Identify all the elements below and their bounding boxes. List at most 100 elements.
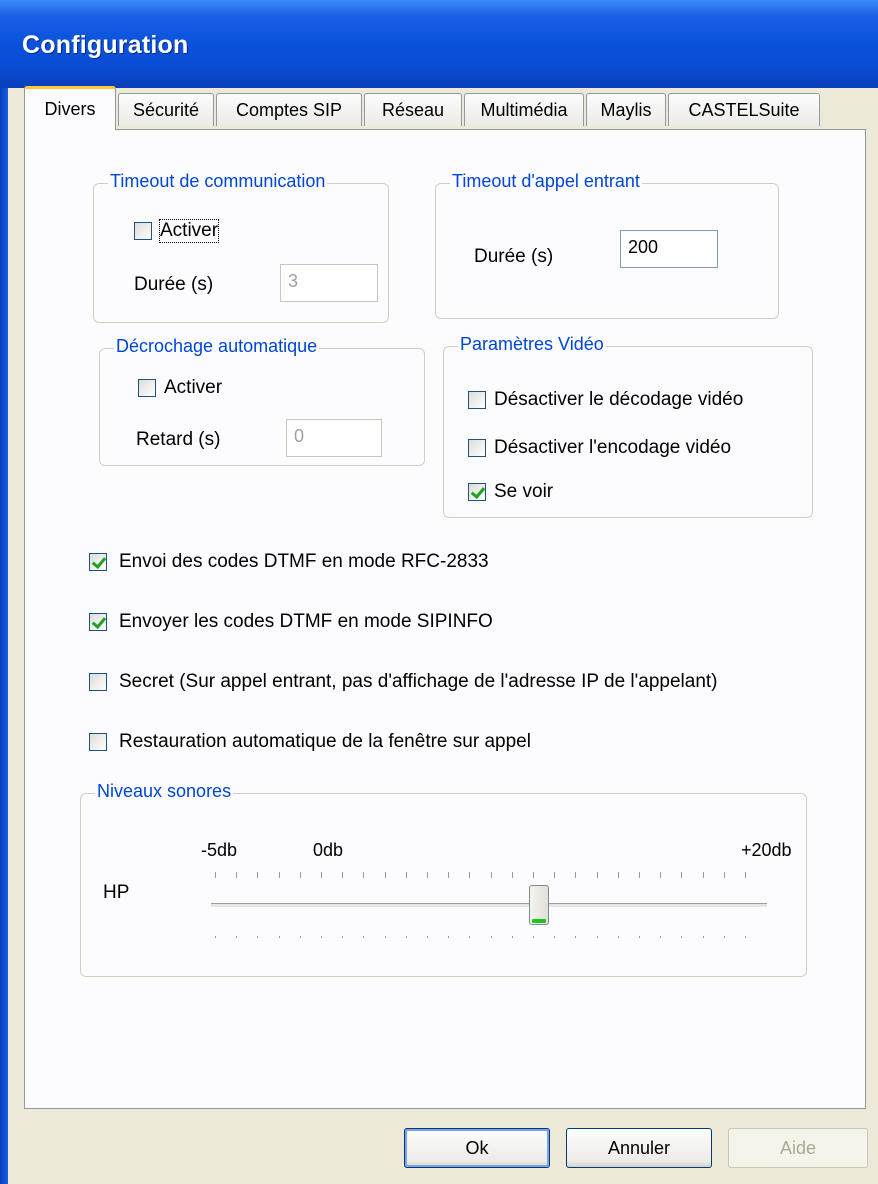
tab-castelsuite[interactable]: CASTELSuite <box>668 93 820 126</box>
disable-decoding-checkbox[interactable] <box>468 391 486 409</box>
slider-tick <box>533 872 534 878</box>
slider-tick <box>469 872 470 878</box>
group-video-params: Paramètres Vidéo Désactiver le décodage … <box>443 334 813 518</box>
auto-restore-label[interactable]: Restauration automatique de la fenêtre s… <box>119 731 531 753</box>
tab-divers[interactable]: Divers <box>24 86 116 130</box>
duration-label: Durée (s) <box>134 274 214 295</box>
secret-label[interactable]: Secret (Sur appel entrant, pas d'afficha… <box>119 671 718 693</box>
slider-tick <box>724 936 725 938</box>
slider-tick <box>469 936 470 938</box>
tab-panel-divers: Timeout de communication Activer Durée (… <box>24 129 866 1109</box>
slider-tick <box>342 872 343 878</box>
slider-tick <box>745 872 746 878</box>
title-bar[interactable]: Configuration <box>0 0 878 88</box>
slider-tick <box>363 872 364 878</box>
group-label: Niveaux sonores <box>95 781 234 802</box>
slider-tick <box>724 872 725 878</box>
group-label: Timeout d'appel entrant <box>450 171 642 192</box>
slider-tick <box>660 872 661 878</box>
tab-securite[interactable]: Sécurité <box>118 93 214 126</box>
slider-tick <box>491 936 492 938</box>
slider-tick <box>575 936 576 938</box>
delay-field[interactable]: 0 <box>286 419 382 457</box>
slider-tick <box>406 872 407 878</box>
slider-tick <box>257 936 258 938</box>
tab-maylis[interactable]: Maylis <box>586 93 666 126</box>
tab-comptes-sip[interactable]: Comptes SIP <box>216 93 362 126</box>
window-frame-left <box>0 88 8 1184</box>
slider-tick <box>533 936 534 938</box>
dtmf-sipinfo-checkbox[interactable] <box>89 613 107 631</box>
activate-timeout-checkbox[interactable] <box>134 222 152 240</box>
disable-decoding-label[interactable]: Désactiver le décodage vidéo <box>494 389 743 411</box>
slider-tick <box>448 872 449 878</box>
ok-button[interactable]: Ok <box>404 1128 550 1168</box>
slider-tick <box>321 872 322 878</box>
slider-tick <box>257 872 258 878</box>
dtmf-sipinfo-label[interactable]: Envoyer les codes DTMF en mode SIPINFO <box>119 611 493 633</box>
slider-tick <box>745 936 746 938</box>
slider-tick <box>448 936 449 938</box>
slider-tick <box>512 936 513 938</box>
activate-timeout-label[interactable]: Activer <box>158 219 220 243</box>
secret-checkbox[interactable] <box>89 673 107 691</box>
slider-tick <box>236 872 237 878</box>
group-label: Paramètres Vidéo <box>458 334 606 355</box>
min-db-label: -5db <box>201 840 238 860</box>
slider-tick <box>703 936 704 938</box>
cancel-button[interactable]: Annuler <box>566 1128 712 1168</box>
slider-tick <box>639 872 640 878</box>
disable-encoding-label[interactable]: Désactiver l'encodage vidéo <box>494 437 731 459</box>
duration-label: Durée (s) <box>474 246 554 267</box>
slider-tick <box>512 872 513 878</box>
help-button[interactable]: Aide <box>728 1128 868 1168</box>
slider-tick <box>554 872 555 878</box>
hp-volume-slider[interactable] <box>211 864 771 954</box>
window-title: Configuration <box>22 31 189 59</box>
slider-tick <box>639 936 640 938</box>
slider-tick <box>660 936 661 938</box>
group-label: Décrochage automatique <box>114 336 320 357</box>
slider-tick <box>427 872 428 878</box>
tab-reseau[interactable]: Réseau <box>364 93 462 126</box>
group-sound-levels: Niveaux sonores -5db 0db +20db HP <box>80 781 807 977</box>
group-timeout-incoming: Timeout d'appel entrant Durée (s) 200 <box>435 171 779 319</box>
incoming-duration-field[interactable]: 200 <box>620 230 718 268</box>
auto-answer-checkbox[interactable] <box>138 379 156 397</box>
slider-tick <box>703 872 704 878</box>
group-label: Timeout de communication <box>108 171 328 192</box>
slider-tick <box>406 936 407 938</box>
slider-tick <box>681 872 682 878</box>
slider-tick <box>597 936 598 938</box>
self-view-checkbox[interactable] <box>468 483 486 501</box>
slider-tick <box>215 872 216 878</box>
communication-duration-field[interactable]: 3 <box>280 264 378 302</box>
slider-tick <box>597 872 598 878</box>
dtmf-rfc2833-checkbox[interactable] <box>89 553 107 571</box>
delay-label: Retard (s) <box>136 429 221 450</box>
slider-tick <box>491 872 492 878</box>
slider-tick <box>215 936 216 938</box>
slider-tick <box>300 872 301 878</box>
disable-encoding-checkbox[interactable] <box>468 439 486 457</box>
auto-restore-checkbox[interactable] <box>89 733 107 751</box>
slider-tick <box>385 872 386 878</box>
slider-tick <box>279 872 280 878</box>
slider-tick <box>385 936 386 938</box>
auto-answer-label[interactable]: Activer <box>164 377 222 399</box>
tab-multimedia[interactable]: Multimédia <box>464 93 584 126</box>
slider-tick <box>236 936 237 938</box>
slider-thumb[interactable] <box>529 885 549 925</box>
dtmf-rfc2833-label[interactable]: Envoi des codes DTMF en mode RFC-2833 <box>119 551 489 573</box>
slider-tick <box>427 936 428 938</box>
slider-tick <box>618 936 619 938</box>
self-view-label[interactable]: Se voir <box>494 481 553 503</box>
slider-tick <box>342 936 343 938</box>
slider-tick <box>554 936 555 938</box>
slider-tick <box>575 872 576 878</box>
hp-label: HP <box>103 882 130 903</box>
group-auto-answer: Décrochage automatique Activer Retard (s… <box>99 336 425 466</box>
slider-track <box>211 903 767 908</box>
zero-db-label: 0db <box>313 840 344 860</box>
slider-tick <box>300 936 301 938</box>
